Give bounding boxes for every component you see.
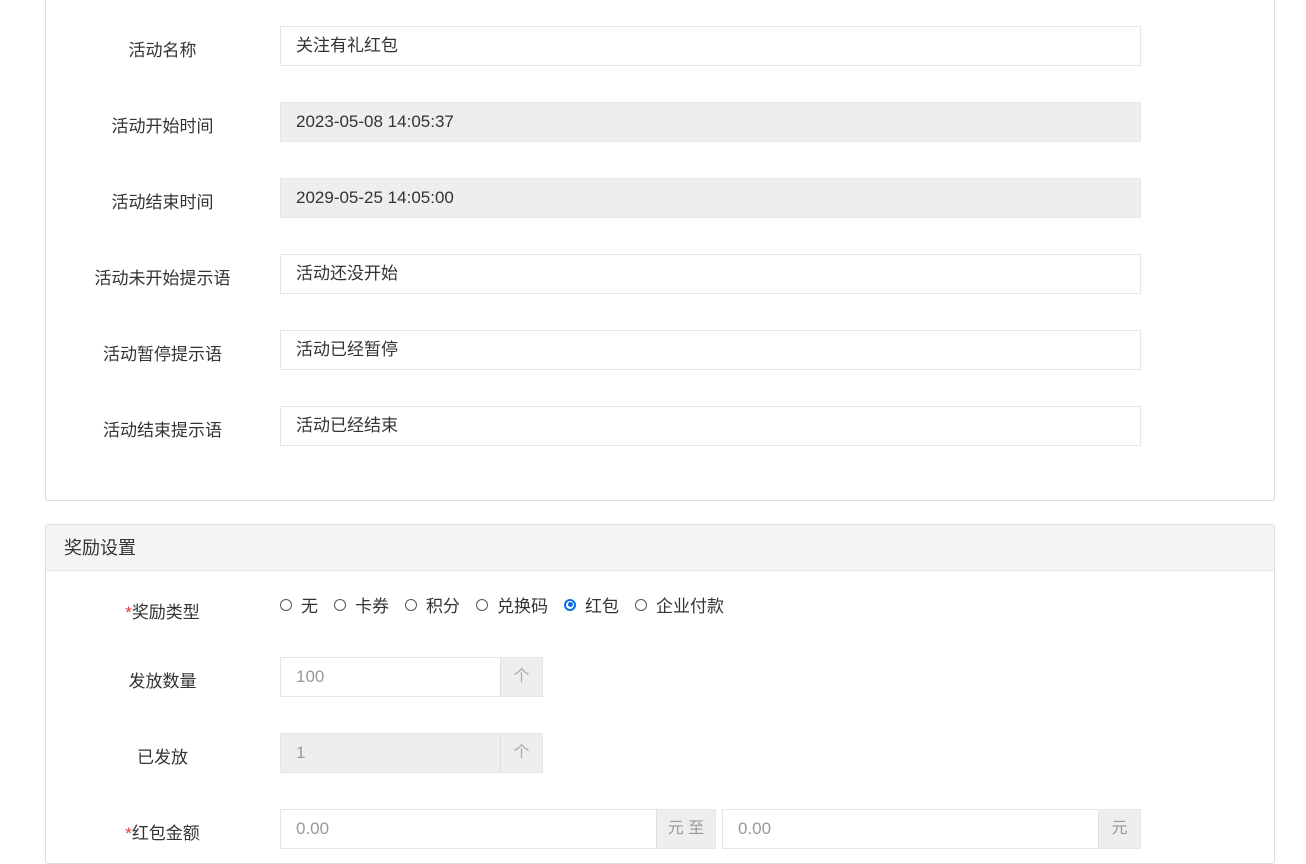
issued-input: 1 个 <box>280 733 543 773</box>
radio-red-packet-label: 红包 <box>585 597 619 616</box>
quantity-label: 发放数量 <box>128 672 197 691</box>
required-mark: * <box>125 824 132 843</box>
reward-type-label-text: 奖励类型 <box>131 603 200 622</box>
ended-tip-input[interactable]: 活动已经结束 <box>280 406 1141 446</box>
quantity-unit: 个 <box>500 658 542 696</box>
radio-points-label: 积分 <box>426 597 460 616</box>
start-time-label: 活动开始时间 <box>111 117 214 136</box>
end-time-input: 2029-05-25 14:05:00 <box>280 178 1141 218</box>
amount-min-value[interactable]: 0.00 <box>281 810 656 848</box>
not-started-tip-label: 活动未开始提示语 <box>94 269 231 288</box>
end-time-label: 活动结束时间 <box>111 193 214 212</box>
radio-coupon[interactable]: 卡券 <box>334 592 389 617</box>
radio-none-label: 无 <box>301 597 318 616</box>
radio-points[interactable]: 积分 <box>405 592 460 617</box>
paused-tip-label: 活动暂停提示语 <box>103 345 222 364</box>
issued-value: 1 <box>296 743 306 762</box>
start-time-input: 2023-05-08 14:05:37 <box>280 102 1141 142</box>
radio-enterprise-payment-label: 企业付款 <box>656 597 724 616</box>
radio-circle[interactable] <box>476 598 488 611</box>
amount-max-value[interactable]: 0.00 <box>723 810 1098 848</box>
amount-min-input[interactable]: 0.00 元 至 <box>280 809 716 849</box>
radio-redeem-code[interactable]: 兑换码 <box>476 592 548 617</box>
activity-name-input[interactable]: 关注有礼红包 <box>280 26 1141 66</box>
radio-circle[interactable] <box>334 598 346 611</box>
radio-red-packet[interactable]: 红包 <box>564 592 619 617</box>
radio-circle[interactable] <box>405 598 417 611</box>
issued-label: 已发放 <box>137 748 188 767</box>
radio-none[interactable]: 无 <box>280 592 318 617</box>
radio-redeem-code-label: 兑换码 <box>497 597 548 616</box>
quantity-input[interactable]: 100 个 <box>280 657 543 697</box>
quantity-value[interactable]: 100 <box>281 658 500 696</box>
not-started-tip-input[interactable]: 活动还没开始 <box>280 254 1141 294</box>
amount-label: *红包金额 <box>45 819 280 844</box>
radio-circle[interactable] <box>635 598 647 611</box>
issued-unit: 个 <box>500 734 542 772</box>
reward-settings-title: 奖励设置 <box>46 525 1274 571</box>
activity-name-label: 活动名称 <box>128 41 197 60</box>
reward-type-label: *奖励类型 <box>45 598 280 623</box>
ended-tip-label: 活动结束提示语 <box>103 421 222 440</box>
required-mark: * <box>125 603 132 622</box>
amount-label-text: 红包金额 <box>131 824 200 843</box>
radio-circle[interactable] <box>280 598 292 611</box>
amount-max-input[interactable]: 0.00 元 <box>722 809 1141 849</box>
amount-max-unit: 元 <box>1098 810 1140 848</box>
radio-circle-checked[interactable] <box>564 598 576 611</box>
radio-enterprise-payment[interactable]: 企业付款 <box>635 592 724 617</box>
radio-coupon-label: 卡券 <box>355 597 389 616</box>
reward-type-radio-group: 无 卡券 积分 兑换码 红包 企业付款 <box>280 592 740 617</box>
paused-tip-input[interactable]: 活动已经暂停 <box>280 330 1141 370</box>
amount-min-unit: 元 至 <box>656 810 715 848</box>
